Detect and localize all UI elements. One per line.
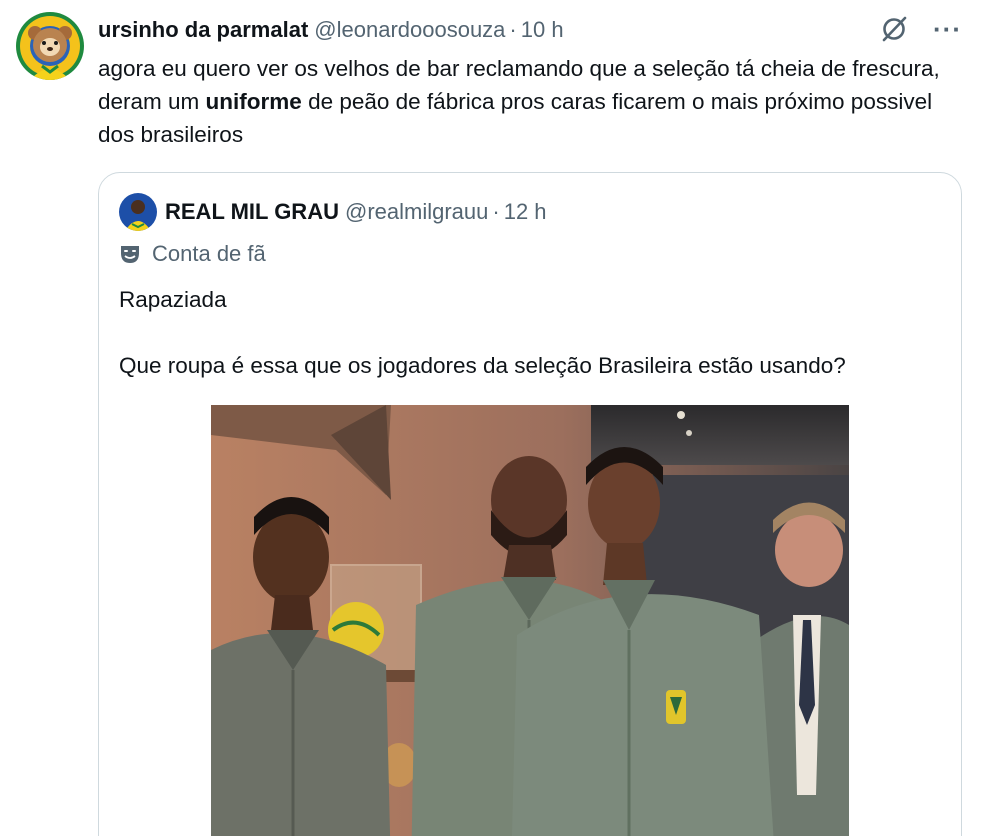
quote-avatar[interactable] (119, 193, 157, 231)
tweet[interactable]: ursinho da parmalat @leonardooosouza · 1… (0, 0, 984, 836)
bear-avatar[interactable] (16, 12, 84, 80)
quote-separator-dot: · (492, 199, 500, 224)
grok-icon[interactable] (879, 14, 909, 44)
fan-account-text: Conta de fã (152, 241, 266, 266)
quote-text-line-2: Que roupa é essa que os jogadores da sel… (119, 353, 846, 378)
tweet-text: agora eu quero ver os velhos de bar recl… (98, 52, 968, 151)
separator-dot: · (509, 17, 517, 42)
quote-text-line-1: Rapaziada (119, 287, 227, 312)
quote-display-name[interactable]: REAL MIL GRAU (165, 199, 339, 225)
quote-header: REAL MIL GRAU @realmilgrauu · 12 h (165, 197, 547, 227)
tweet-actions-top: ··· (879, 14, 962, 44)
quote-text: Rapaziada Que roupa é essa que os jogado… (119, 283, 949, 382)
theater-mask-icon (121, 246, 139, 263)
quote-handle[interactable]: @realmilgrauu (345, 199, 488, 225)
tweet-header: ursinho da parmalat @leonardooosouza · 1… (98, 15, 564, 45)
quote-photo[interactable] (211, 405, 849, 836)
more-icon[interactable]: ··· (933, 14, 962, 44)
user-handle[interactable]: @leonardooosouza (314, 17, 505, 43)
quote-time[interactable]: 12 h (504, 199, 547, 225)
tweet-time[interactable]: 10 h (521, 17, 564, 43)
fan-account-label: Conta de fã (119, 239, 266, 269)
tweet-text-bold: uniforme (205, 89, 302, 114)
display-name[interactable]: ursinho da parmalat (98, 17, 308, 43)
quoted-tweet[interactable]: REAL MIL GRAU @realmilgrauu · 12 h Conta… (98, 172, 962, 836)
